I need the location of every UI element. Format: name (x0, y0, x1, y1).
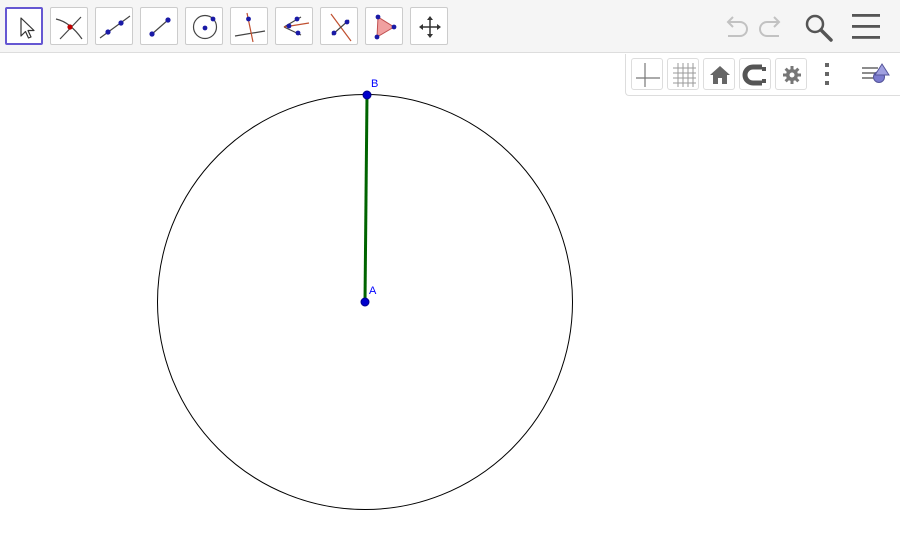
more-options-button[interactable] (811, 58, 843, 90)
perpendicular-line-tool-button[interactable] (230, 7, 268, 45)
style-bar (625, 54, 900, 96)
intersect-icon (55, 16, 83, 40)
grid-icon (673, 63, 696, 87)
perpendicular-bisector-tool-button[interactable] (320, 7, 358, 45)
point-capturing-button[interactable] (739, 58, 771, 90)
undo-icon (726, 16, 748, 37)
menu-icon (852, 14, 880, 39)
move-graphics-view-tool-button[interactable] (410, 7, 448, 45)
cursor-arrow-icon (20, 17, 35, 39)
home-icon (710, 66, 730, 84)
intersect-tool-button[interactable] (50, 7, 88, 45)
point-b[interactable] (362, 90, 372, 100)
toggle-style-bar-icon (862, 63, 890, 83)
search-button[interactable] (801, 10, 835, 44)
polygon-icon (374, 14, 397, 40)
graphics-settings-button[interactable] (775, 58, 807, 90)
point-capturing-icon (742, 64, 766, 86)
segment-tool-button[interactable] (140, 7, 178, 45)
angle-bisector-tool-button[interactable] (275, 7, 313, 45)
toggle-style-bar-button[interactable] (858, 58, 890, 90)
line-icon (99, 15, 131, 39)
standard-view-button[interactable] (703, 58, 735, 90)
show-grid-button[interactable] (667, 58, 699, 90)
redo-icon (759, 16, 781, 37)
circle-center-point-tool-button[interactable] (185, 7, 223, 45)
axes-icon (636, 63, 660, 87)
point-a-label: A (369, 285, 377, 297)
gear-icon (783, 66, 801, 84)
undo-button[interactable] (718, 10, 752, 44)
more-icon (825, 63, 829, 85)
polygon-tool-button[interactable] (365, 7, 403, 45)
move-arrows-icon (419, 16, 441, 38)
segment-ab[interactable] (363, 94, 369, 303)
show-axes-button[interactable] (631, 58, 663, 90)
perpendicular-line-icon (234, 12, 266, 43)
main-menu-button[interactable] (849, 10, 883, 44)
perpendicular-bisector-icon (330, 13, 352, 42)
redo-button[interactable] (755, 10, 789, 44)
point-b-label: B (371, 78, 378, 90)
point-a[interactable] (360, 297, 370, 307)
circle-center-point-icon (192, 14, 218, 40)
segment-icon (149, 17, 171, 37)
toolbar (0, 0, 900, 53)
line-tool-button[interactable] (95, 7, 133, 45)
move-tool-button[interactable] (5, 7, 43, 45)
graphics-view[interactable]: A B (0, 53, 900, 555)
search-icon (805, 14, 833, 42)
angle-bisector-icon (283, 16, 310, 36)
